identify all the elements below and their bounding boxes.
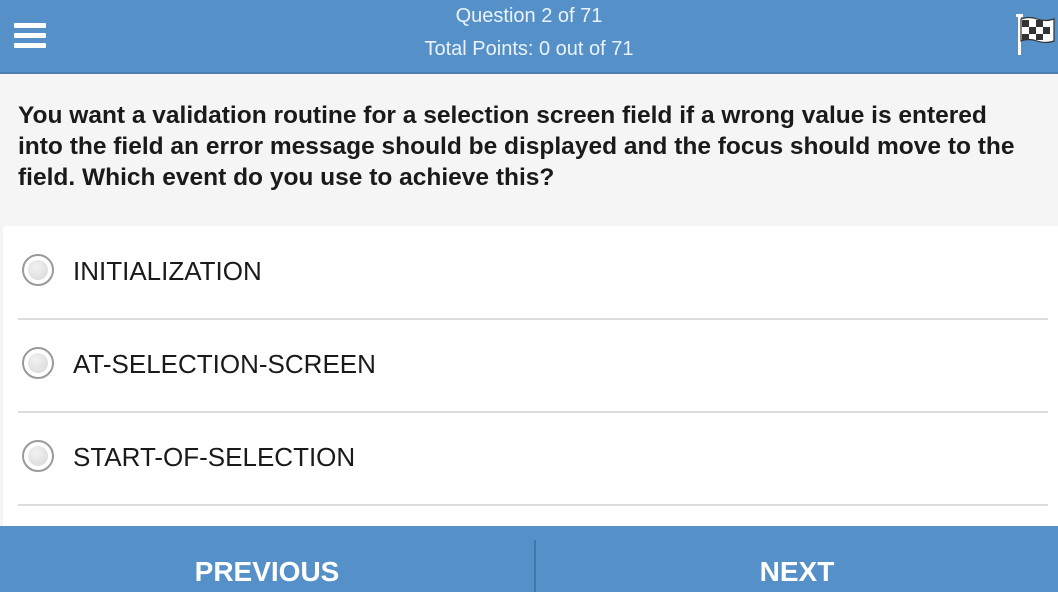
option-at-selection-screen[interactable]: AT-SELECTION-SCREEN (18, 319, 1048, 413)
next-label: NEXT (759, 556, 835, 587)
option-label: START-OF-SELECTION (73, 442, 356, 472)
radio-button[interactable] (22, 254, 54, 286)
option-label: AT-SELECTION-SCREEN (73, 349, 376, 379)
radio-button[interactable] (22, 347, 54, 379)
bottom-nav-bar: PREVIOUS NEXT (0, 526, 1058, 592)
radio-button[interactable] (22, 440, 54, 472)
question-text: You want a validation routine for a sele… (18, 102, 1015, 191)
total-points: Total Points: 0 out of 71 (424, 38, 634, 60)
previous-button[interactable]: PREVIOUS (0, 526, 534, 592)
previous-label: PREVIOUS (194, 556, 340, 587)
question-counter: Question 2 of 71 (455, 5, 603, 27)
option-initialization[interactable]: INITIALIZATION (18, 226, 1048, 320)
checkered-flag-icon[interactable] (1016, 14, 1056, 56)
top-bar: Question 2 of 71 Total Points: 0 out of … (0, 0, 1058, 74)
option-start-of-selection[interactable]: START-OF-SELECTION (18, 412, 1048, 506)
next-button[interactable]: NEXT (536, 526, 1058, 592)
answer-options: INITIALIZATION AT-SELECTION-SCREEN START… (3, 226, 1058, 526)
option-label: INITIALIZATION (73, 256, 262, 286)
